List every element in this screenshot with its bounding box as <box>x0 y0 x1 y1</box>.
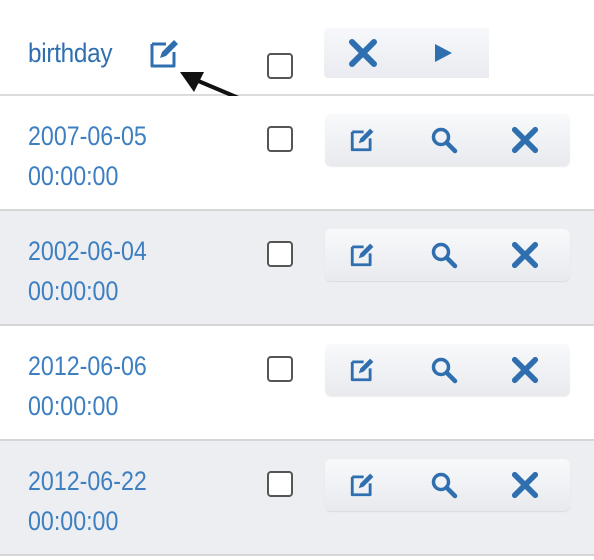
row-checkbox[interactable] <box>267 356 293 382</box>
delete-row-button[interactable] <box>490 114 560 166</box>
column-header-row: birthday <box>0 0 594 104</box>
row-action-group <box>325 114 570 166</box>
row-checkbox[interactable] <box>267 126 293 152</box>
edit-row-button[interactable] <box>327 459 397 511</box>
view-row-button[interactable] <box>409 114 479 166</box>
time-value: 00:00:00 <box>28 391 119 421</box>
search-icon <box>431 127 458 154</box>
close-icon <box>511 471 539 499</box>
view-row-button[interactable] <box>409 344 479 396</box>
close-icon <box>349 39 377 67</box>
run-filter-button[interactable] <box>408 28 478 78</box>
row-action-group <box>325 229 570 281</box>
edit-icon <box>350 473 374 497</box>
delete-row-button[interactable] <box>490 459 560 511</box>
edit-row-button[interactable] <box>327 344 397 396</box>
row-action-group <box>325 459 570 511</box>
delete-row-button[interactable] <box>490 344 560 396</box>
edit-icon <box>350 358 374 382</box>
column-title[interactable]: birthday <box>28 38 113 69</box>
edit-icon <box>350 243 374 267</box>
search-icon <box>431 242 458 269</box>
close-icon <box>511 241 539 269</box>
edit-column-button[interactable] <box>148 38 180 70</box>
edit-row-button[interactable] <box>327 114 397 166</box>
date-cell[interactable]: 2007-06-05 00:00:00 <box>28 116 147 196</box>
date-value: 2007-06-05 <box>28 121 147 151</box>
search-icon <box>431 472 458 499</box>
date-cell[interactable]: 2012-06-22 00:00:00 <box>28 461 147 541</box>
delete-row-button[interactable] <box>490 229 560 281</box>
play-icon <box>435 44 452 62</box>
date-cell[interactable]: 2012-06-06 00:00:00 <box>28 346 147 426</box>
date-value: 2012-06-22 <box>28 466 147 496</box>
table-row: 2007-06-05 00:00:00 <box>0 96 594 211</box>
edit-icon <box>350 128 374 152</box>
header-action-group <box>324 28 489 78</box>
select-all-checkbox[interactable] <box>267 53 293 79</box>
edit-row-button[interactable] <box>327 229 397 281</box>
table-row: 2002-06-04 00:00:00 <box>0 211 594 326</box>
table-row: 2012-06-06 00:00:00 <box>0 326 594 441</box>
edit-icon <box>150 40 178 68</box>
close-icon <box>511 356 539 384</box>
row-checkbox[interactable] <box>267 241 293 267</box>
view-row-button[interactable] <box>409 229 479 281</box>
view-row-button[interactable] <box>409 459 479 511</box>
date-cell[interactable]: 2002-06-04 00:00:00 <box>28 231 147 311</box>
clear-filter-button[interactable] <box>328 28 398 78</box>
row-checkbox[interactable] <box>267 471 293 497</box>
time-value: 00:00:00 <box>28 506 119 536</box>
date-value: 2012-06-06 <box>28 351 147 381</box>
search-icon <box>431 357 458 384</box>
time-value: 00:00:00 <box>28 276 119 306</box>
time-value: 00:00:00 <box>28 161 119 191</box>
table-row: 2012-06-22 00:00:00 <box>0 441 594 556</box>
close-icon <box>511 126 539 154</box>
row-action-group <box>325 344 570 396</box>
date-value: 2002-06-04 <box>28 236 147 266</box>
